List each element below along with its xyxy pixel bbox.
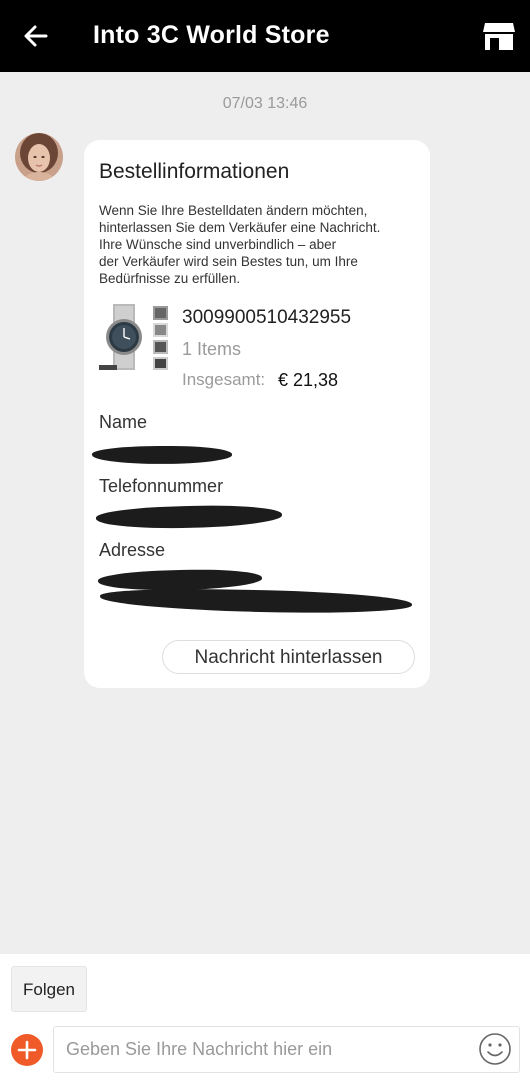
store-icon[interactable] xyxy=(482,20,516,52)
order-number: 3009900510432955 xyxy=(182,307,352,328)
card-description: Wenn Sie Ihre Bestelldaten ändern möchte… xyxy=(99,203,381,286)
redacted-phone xyxy=(95,502,283,532)
bottom-bar: Folgen xyxy=(0,954,530,1080)
plus-icon[interactable] xyxy=(11,1034,43,1066)
redacted-name xyxy=(91,444,233,466)
total-value: € 21,38 xyxy=(278,370,339,390)
item-count: 1 Items xyxy=(182,339,242,359)
card-heading: Bestellinformationen xyxy=(99,160,290,183)
arrow-left-icon[interactable] xyxy=(22,22,50,50)
store-title: Into 3C World Store xyxy=(93,21,330,49)
top-bar: Into 3C World Store xyxy=(0,0,530,72)
smiley-icon[interactable] xyxy=(478,1032,512,1066)
phone-label: Telefonnummer xyxy=(99,476,224,496)
name-label: Name xyxy=(99,412,148,432)
redacted-address-line-2 xyxy=(99,587,413,615)
follow-button[interactable]: Folgen xyxy=(11,966,87,1012)
message-input[interactable] xyxy=(53,1026,520,1073)
order-info-card: Bestellinformationen Wenn Sie Ihre Beste… xyxy=(84,140,430,688)
product-image[interactable] xyxy=(99,304,169,372)
address-label: Adresse xyxy=(99,540,166,560)
leave-message-button[interactable]: Nachricht hinterlassen xyxy=(162,640,415,674)
avatar[interactable] xyxy=(15,133,63,181)
total-label: Insgesamt: xyxy=(182,370,266,389)
message-timestamp: 07/03 13:46 xyxy=(222,95,308,112)
